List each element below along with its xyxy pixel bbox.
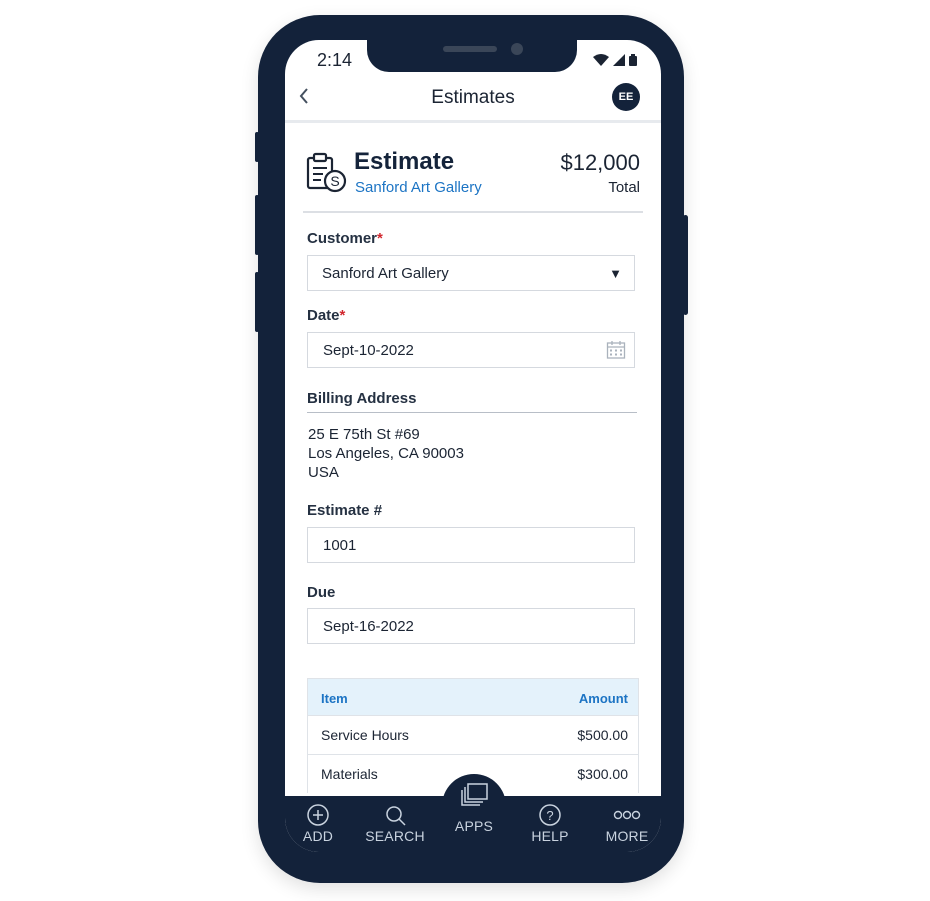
caret-down-icon: ▼ xyxy=(609,266,622,281)
estimate-number-field[interactable]: 1001 xyxy=(307,527,635,563)
nav-more-label: MORE xyxy=(605,828,649,844)
estimate-number-label: Estimate # xyxy=(307,502,383,519)
add-icon xyxy=(307,804,329,826)
row-amount: $500.00 xyxy=(577,727,628,743)
nav-apps-label: APPS xyxy=(454,818,494,834)
nav-search[interactable]: SEARCH xyxy=(360,796,430,846)
bottom-nav: ADD SEARCH APPS ? HELP MORE xyxy=(285,783,661,852)
date-label: Date* xyxy=(307,307,346,324)
customer-label: Customer* xyxy=(307,230,383,247)
nav-add-label: ADD xyxy=(302,828,334,844)
nav-more[interactable]: MORE xyxy=(592,796,661,846)
estimate-number-value: 1001 xyxy=(323,537,357,554)
power-button xyxy=(683,215,688,315)
app-header: Estimates EE xyxy=(285,76,661,123)
page-title: Estimates xyxy=(431,87,515,108)
speaker xyxy=(443,46,497,52)
billing-address-underline xyxy=(307,412,637,413)
more-icon xyxy=(613,810,641,820)
billing-address-line-1: 25 E 75th St #69 xyxy=(308,426,420,443)
svg-text:?: ? xyxy=(546,808,553,823)
column-header-item: Item xyxy=(321,691,348,706)
row-amount: $300.00 xyxy=(577,766,628,782)
volume-down-button xyxy=(255,272,259,332)
apps-icon xyxy=(461,783,488,806)
estimate-customer-link[interactable]: Sanford Art Gallery xyxy=(355,179,482,196)
customer-select-value: Sanford Art Gallery xyxy=(322,265,449,282)
search-icon xyxy=(386,806,406,826)
calendar-icon[interactable] xyxy=(606,340,626,364)
customer-select[interactable]: Sanford Art Gallery ▼ xyxy=(307,255,635,291)
table-row[interactable]: Service Hours $500.00 xyxy=(308,715,638,754)
nav-add[interactable]: ADD xyxy=(285,796,353,846)
billing-address-line-3: USA xyxy=(308,464,339,481)
table-header: Item Amount xyxy=(308,679,638,715)
date-value: Sept-10-2022 xyxy=(323,342,414,359)
column-header-amount: Amount xyxy=(578,691,628,706)
row-item: Materials xyxy=(321,766,378,782)
status-time: 2:14 xyxy=(317,50,353,70)
due-date-field[interactable]: Sept-16-2022 xyxy=(307,608,635,644)
notch xyxy=(367,40,577,72)
svg-text:S: S xyxy=(330,173,339,189)
billing-address-label: Billing Address xyxy=(307,390,417,407)
camera xyxy=(511,43,523,55)
nav-help-label: HELP xyxy=(531,828,569,844)
estimate-total-amount: $12,000 xyxy=(560,150,640,175)
user-avatar[interactable]: EE xyxy=(612,83,640,111)
billing-address-line-2: Los Angeles, CA 90003 xyxy=(308,445,464,462)
estimate-icon: S xyxy=(305,152,349,199)
estimate-title: Estimate xyxy=(354,148,455,175)
phone-screen: 2:14 Estimates EE S Estimate Sanford Art… xyxy=(285,40,661,852)
summary-divider xyxy=(303,211,643,213)
signal-icon xyxy=(613,54,625,66)
wifi-icon xyxy=(593,54,609,66)
status-icons xyxy=(593,54,637,66)
nav-apps[interactable]: APPS xyxy=(439,783,509,834)
nav-help[interactable]: ? HELP xyxy=(515,796,585,846)
battery-icon xyxy=(629,54,637,66)
row-item: Service Hours xyxy=(321,727,409,743)
due-label: Due xyxy=(307,584,336,601)
volume-up-button xyxy=(255,195,259,255)
estimate-total-label: Total xyxy=(608,179,640,196)
help-icon: ? xyxy=(539,804,561,826)
date-field[interactable]: Sept-10-2022 xyxy=(307,332,635,368)
nav-search-label: SEARCH xyxy=(365,828,425,844)
due-date-value: Sept-16-2022 xyxy=(323,618,414,635)
mute-switch xyxy=(255,132,259,162)
